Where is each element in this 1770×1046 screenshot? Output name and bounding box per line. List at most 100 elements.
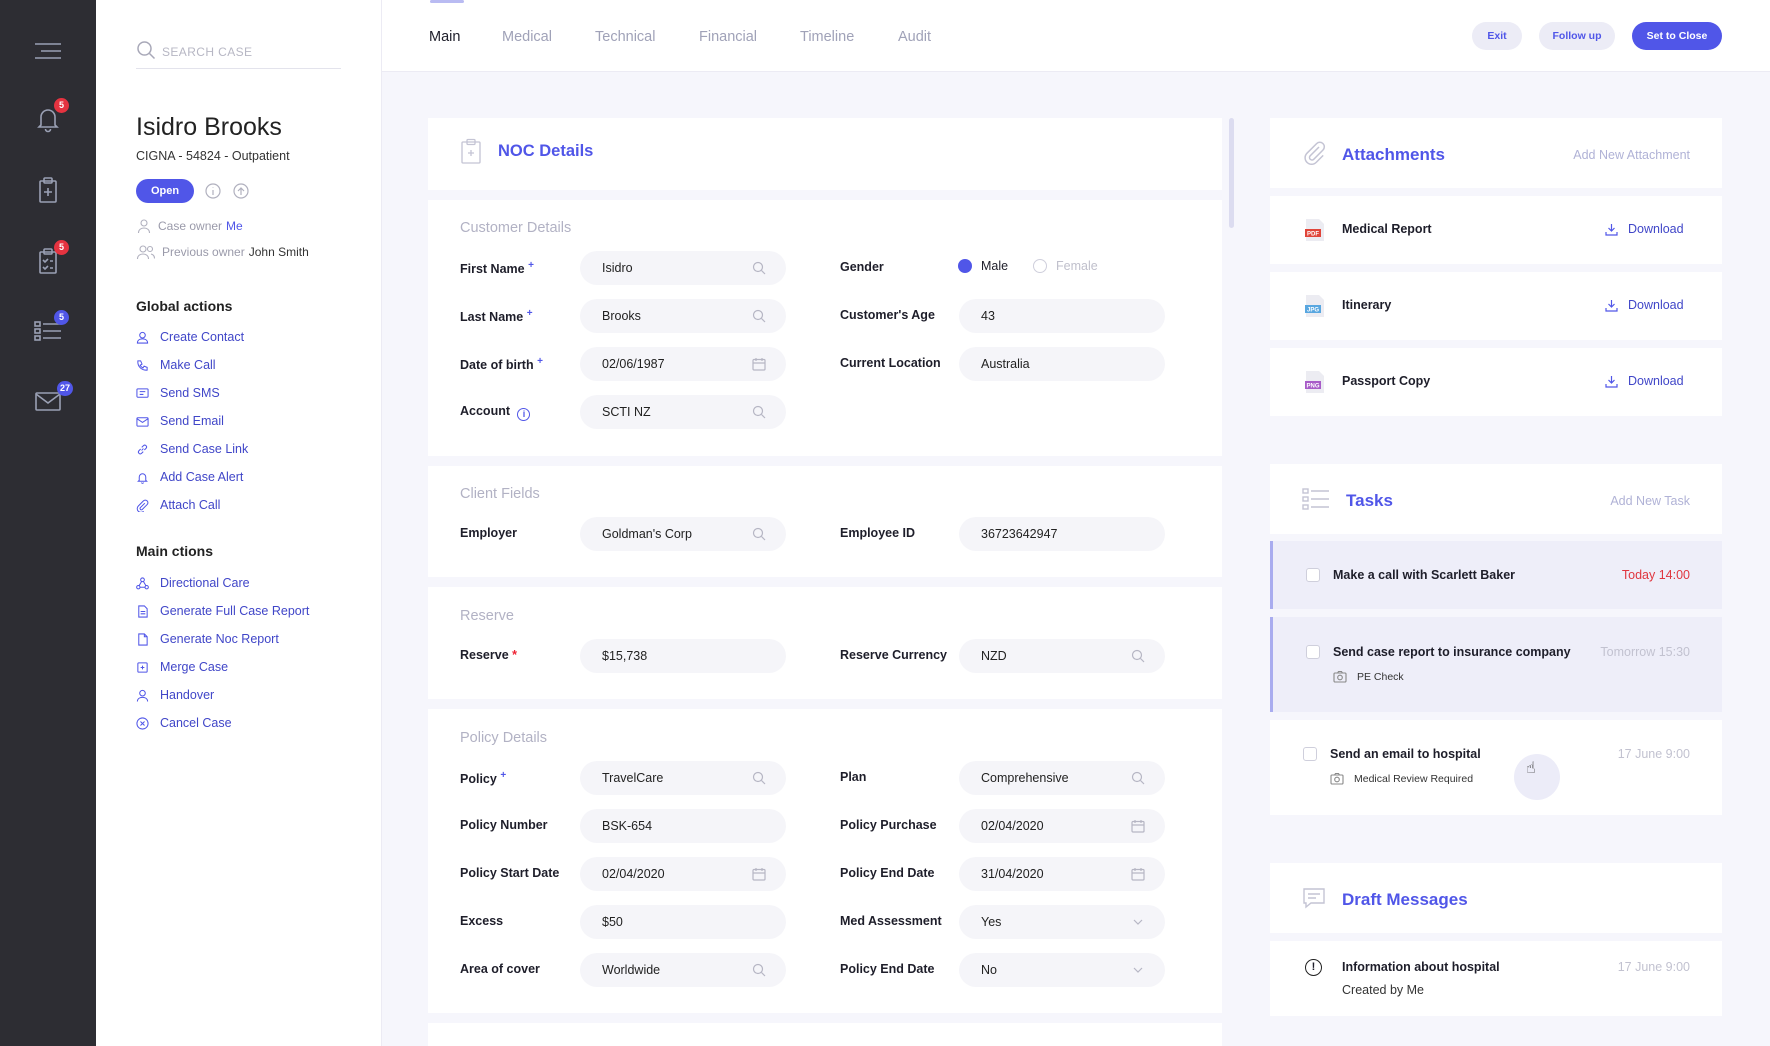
add-case-alert-action[interactable]: Add Case Alert — [136, 470, 243, 484]
task-time: 17 June 9:00 — [1617, 747, 1690, 761]
generate-full-report-action[interactable]: Generate Full Case Report — [136, 604, 309, 618]
reserve-currency-label: Reserve Currency — [840, 648, 948, 662]
policy-purchase-field[interactable]: 02/04/2020 — [959, 809, 1165, 843]
merge-case-action[interactable]: Merge Case — [136, 660, 228, 674]
menu-icon[interactable] — [33, 36, 63, 66]
notifications-icon[interactable]: 5 — [33, 98, 69, 134]
search-input[interactable] — [162, 45, 332, 59]
policy-end-2-select[interactable]: No — [959, 953, 1165, 987]
info-icon[interactable] — [205, 183, 221, 199]
age-field[interactable]: 43 — [959, 299, 1165, 333]
last-name-field[interactable]: Brooks — [580, 299, 786, 333]
section-divider — [428, 190, 1222, 200]
info-icon[interactable]: i — [517, 408, 531, 421]
attachment-name[interactable]: Itinerary — [1342, 298, 1391, 312]
follow-up-button[interactable]: Follow up — [1539, 22, 1615, 50]
download-button[interactable]: Download — [1605, 222, 1684, 236]
area-of-cover-field[interactable]: Worldwide — [580, 953, 786, 987]
scrollbar[interactable] — [1229, 118, 1234, 228]
download-button[interactable]: Download — [1605, 298, 1684, 312]
tab-technical[interactable]: Technical — [595, 29, 655, 45]
reserve-field[interactable]: $15,738 — [580, 639, 786, 673]
med-assessment-select[interactable]: Yes — [959, 905, 1165, 939]
bell-icon — [137, 472, 148, 484]
people-icon — [136, 245, 156, 260]
mail-badge: 27 — [56, 381, 73, 396]
add-case-alert-label: Add Case Alert — [160, 470, 244, 484]
search-icon[interactable] — [752, 527, 766, 541]
mail-icon[interactable]: 27 — [33, 381, 73, 416]
calendar-icon[interactable] — [752, 357, 766, 371]
employer-field[interactable]: Goldman's Corp — [580, 517, 786, 551]
excess-field[interactable]: $50 — [580, 905, 786, 939]
radio-empty-icon — [1033, 259, 1047, 273]
paperclip-icon — [1302, 140, 1328, 166]
cancel-case-action[interactable]: Cancel Case — [136, 716, 232, 730]
add-task-link[interactable]: Add New Task — [1610, 494, 1690, 508]
chevron-down-icon[interactable] — [1131, 963, 1145, 977]
search-icon — [137, 41, 156, 60]
checklist-icon[interactable]: 5 — [33, 240, 69, 276]
draft-item[interactable]: ! Information about hospital Created by … — [1270, 941, 1722, 1016]
download-button[interactable]: Download — [1605, 374, 1684, 388]
location-field[interactable]: Australia — [959, 347, 1165, 381]
tab-main[interactable]: Main — [429, 29, 460, 45]
dob-field[interactable]: 02/06/1987 — [580, 347, 786, 381]
previous-owner: Previous owner John Smith — [136, 244, 309, 260]
search-icon[interactable] — [752, 309, 766, 323]
task-checkbox[interactable] — [1306, 645, 1320, 659]
search-icon[interactable] — [752, 405, 766, 419]
gender-male-radio[interactable]: Male — [958, 259, 1008, 273]
policy-start-field[interactable]: 02/04/2020 — [580, 857, 786, 891]
policy-number-field[interactable]: BSK-654 — [580, 809, 786, 843]
calendar-icon[interactable] — [752, 867, 766, 881]
send-sms-action[interactable]: Send SMS — [136, 386, 220, 400]
search-icon[interactable] — [1131, 649, 1145, 663]
task-item[interactable]: Send case report to insurance company To… — [1270, 617, 1722, 712]
send-email-action[interactable]: Send Email — [136, 414, 224, 428]
gender-female-radio[interactable]: Female — [1033, 259, 1098, 273]
tab-timeline[interactable]: Timeline — [800, 29, 854, 45]
noc-title: NOC Details — [498, 141, 594, 160]
search-icon[interactable] — [1131, 771, 1145, 785]
exit-button[interactable]: Exit — [1472, 22, 1522, 50]
policy-end-field[interactable]: 31/04/2020 — [959, 857, 1165, 891]
reserve-currency-field[interactable]: NZD — [959, 639, 1165, 673]
calendar-icon[interactable] — [1131, 867, 1145, 881]
policy-field[interactable]: TravelCare — [580, 761, 786, 795]
tab-financial[interactable]: Financial — [699, 29, 757, 45]
tab-audit[interactable]: Audit — [898, 29, 931, 45]
plan-field[interactable]: Comprehensive — [959, 761, 1165, 795]
merge-icon — [137, 661, 148, 673]
case-owner-value[interactable]: Me — [226, 219, 243, 233]
task-checkbox[interactable] — [1306, 568, 1320, 582]
attach-call-action[interactable]: Attach Call — [136, 498, 220, 512]
list-icon[interactable]: 5 — [33, 310, 69, 346]
calendar-icon[interactable] — [1131, 819, 1145, 833]
generate-noc-report-action[interactable]: Generate Noc Report — [136, 632, 279, 646]
attachment-name[interactable]: Passport Copy — [1342, 374, 1430, 388]
chevron-down-icon[interactable] — [1131, 915, 1145, 929]
task-checkbox[interactable] — [1303, 747, 1317, 761]
search-icon[interactable] — [752, 261, 766, 275]
send-case-link-action[interactable]: Send Case Link — [136, 442, 248, 456]
make-call-action[interactable]: Make Call — [136, 358, 216, 372]
first-name-field[interactable]: Isidro — [580, 251, 786, 285]
status-badge[interactable]: Open — [136, 179, 194, 203]
clipboard-add-icon[interactable] — [33, 175, 63, 205]
account-field[interactable]: SCTI NZ — [580, 395, 786, 429]
task-item[interactable]: Make a call with Scarlett Baker Today 14… — [1270, 541, 1722, 609]
create-contact-action[interactable]: Create Contact — [136, 330, 244, 344]
search-icon[interactable] — [752, 963, 766, 977]
directional-care-action[interactable]: Directional Care — [136, 576, 250, 590]
attachment-name[interactable]: Medical Report — [1342, 222, 1432, 236]
set-to-close-button[interactable]: Set to Close — [1632, 22, 1722, 50]
employee-id-field[interactable]: 36723642947 — [959, 517, 1165, 551]
search-icon[interactable] — [752, 771, 766, 785]
person-icon — [136, 689, 149, 702]
add-attachment-link[interactable]: Add New Attachment — [1573, 148, 1690, 162]
upload-icon[interactable] — [233, 183, 249, 199]
tab-medical[interactable]: Medical — [502, 29, 552, 45]
task-item[interactable]: Send an email to hospital 17 June 9:00 M… — [1270, 720, 1722, 815]
handover-action[interactable]: Handover — [136, 688, 214, 702]
